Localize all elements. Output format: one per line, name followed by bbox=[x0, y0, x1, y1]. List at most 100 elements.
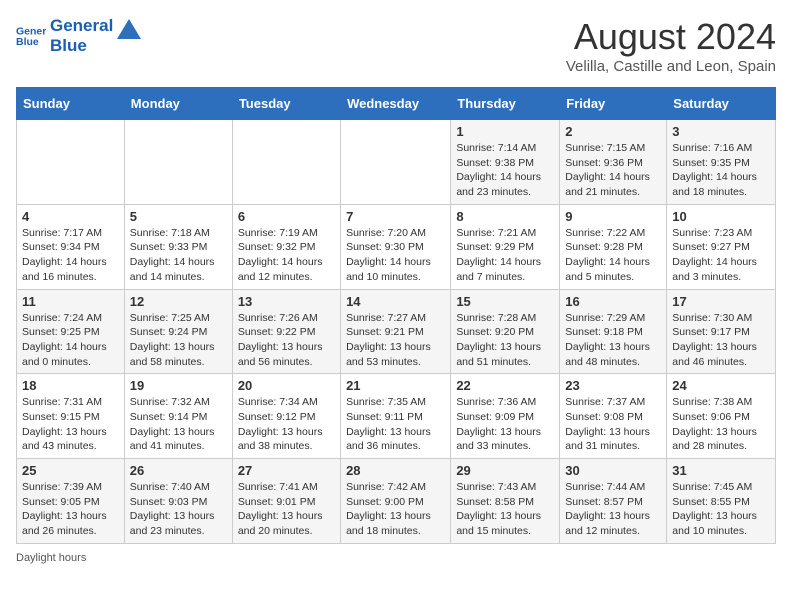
logo: General Blue General Blue bbox=[16, 16, 143, 55]
calendar-cell: 11Sunrise: 7:24 AM Sunset: 9:25 PM Dayli… bbox=[17, 289, 125, 374]
month-title: August 2024 bbox=[566, 16, 776, 58]
calendar-cell: 12 Sunrise: 7:25 AM Sunset: 9:24 PM Dayli… bbox=[124, 289, 232, 374]
day-header-sunday: Sunday bbox=[17, 88, 125, 120]
day-info: Sunrise: 7:21 AM Sunset: 9:29 PM Dayligh… bbox=[456, 226, 554, 285]
day-info: Sunrise: 7:37 AM Sunset: 9:08 PM Dayligh… bbox=[565, 395, 661, 454]
day-number: 9 bbox=[565, 209, 661, 224]
day-number: 26 bbox=[130, 463, 227, 478]
day-number: 23 bbox=[565, 378, 661, 393]
calendar-cell bbox=[17, 120, 125, 205]
day-number: 5 bbox=[130, 209, 227, 224]
day-info: Sunrise: 7:34 AM Sunset: 9:12 PM Dayligh… bbox=[238, 395, 335, 454]
calendar-cell: 25Sunrise: 7:39 AM Sunset: 9:05 PM Dayli… bbox=[17, 459, 125, 544]
location-subtitle: Velilla, Castille and Leon, Spain bbox=[566, 58, 776, 75]
day-info: Sunrise: 7:30 AM Sunset: 9:17 PM Dayligh… bbox=[672, 311, 770, 370]
logo-icon: General Blue bbox=[16, 21, 46, 51]
calendar-cell: 6 Sunrise: 7:19 AM Sunset: 9:32 PM Daylig… bbox=[232, 204, 340, 289]
calendar-cell: 28Sunrise: 7:42 AM Sunset: 9:00 PM Dayli… bbox=[341, 459, 451, 544]
day-number: 31 bbox=[672, 463, 770, 478]
calendar-cell: 2 Sunrise: 7:15 AM Sunset: 9:36 PM Daylig… bbox=[560, 120, 667, 205]
day-number: 29 bbox=[456, 463, 554, 478]
day-number: 17 bbox=[672, 294, 770, 309]
title-block: August 2024 Velilla, Castille and Leon, … bbox=[566, 16, 776, 75]
day-info: Sunrise: 7:16 AM Sunset: 9:35 PM Dayligh… bbox=[672, 141, 770, 200]
calendar-cell: 31 Sunrise: 7:45 AM Sunset: 8:55 PM Dayli… bbox=[667, 459, 776, 544]
day-number: 19 bbox=[130, 378, 227, 393]
week-row-4: 18 Sunrise: 7:31 AM Sunset: 9:15 PM Dayli… bbox=[17, 374, 776, 459]
day-info: Sunrise: 7:26 AM Sunset: 9:22 PM Dayligh… bbox=[238, 311, 335, 370]
calendar-cell bbox=[341, 120, 451, 205]
calendar-cell: 20 Sunrise: 7:34 AM Sunset: 9:12 PM Dayli… bbox=[232, 374, 340, 459]
calendar-cell bbox=[124, 120, 232, 205]
day-number: 20 bbox=[238, 378, 335, 393]
day-header-saturday: Saturday bbox=[667, 88, 776, 120]
day-number: 10 bbox=[672, 209, 770, 224]
page-header: General Blue General Blue August 2024 Ve… bbox=[16, 16, 776, 75]
calendar-cell: 30 Sunrise: 7:44 AM Sunset: 8:57 PM Dayli… bbox=[560, 459, 667, 544]
day-info: Sunrise: 7:25 AM Sunset: 9:24 PM Dayligh… bbox=[130, 311, 227, 370]
day-info: Sunrise: 7:18 AM Sunset: 9:33 PM Dayligh… bbox=[130, 226, 227, 285]
calendar-cell: 23 Sunrise: 7:37 AM Sunset: 9:08 PM Dayli… bbox=[560, 374, 667, 459]
day-number: 11 bbox=[22, 294, 119, 309]
day-info: Sunrise: 7:15 AM Sunset: 9:36 PM Dayligh… bbox=[565, 141, 661, 200]
day-info: Sunrise: 7:23 AM Sunset: 9:27 PM Dayligh… bbox=[672, 226, 770, 285]
day-number: 18 bbox=[22, 378, 119, 393]
calendar-cell: 3 Sunrise: 7:16 AM Sunset: 9:35 PM Daylig… bbox=[667, 120, 776, 205]
day-info: Sunrise: 7:31 AM Sunset: 9:15 PM Dayligh… bbox=[22, 395, 119, 454]
day-info: Sunrise: 7:20 AM Sunset: 9:30 PM Dayligh… bbox=[346, 226, 445, 285]
logo-triangle-icon bbox=[115, 17, 143, 45]
day-info: Sunrise: 7:43 AM Sunset: 8:58 PM Dayligh… bbox=[456, 480, 554, 539]
day-info: Sunrise: 7:40 AM Sunset: 9:03 PM Dayligh… bbox=[130, 480, 227, 539]
week-row-2: 4Sunrise: 7:17 AM Sunset: 9:34 PM Daylig… bbox=[17, 204, 776, 289]
day-info: Sunrise: 7:32 AM Sunset: 9:14 PM Dayligh… bbox=[130, 395, 227, 454]
day-number: 30 bbox=[565, 463, 661, 478]
calendar-cell: 16Sunrise: 7:29 AM Sunset: 9:18 PM Dayli… bbox=[560, 289, 667, 374]
day-info: Sunrise: 7:44 AM Sunset: 8:57 PM Dayligh… bbox=[565, 480, 661, 539]
day-info: Sunrise: 7:19 AM Sunset: 9:32 PM Dayligh… bbox=[238, 226, 335, 285]
calendar-cell bbox=[232, 120, 340, 205]
calendar-cell: 9 Sunrise: 7:22 AM Sunset: 9:28 PM Daylig… bbox=[560, 204, 667, 289]
calendar-cell: 22Sunrise: 7:36 AM Sunset: 9:09 PM Dayli… bbox=[451, 374, 560, 459]
day-number: 21 bbox=[346, 378, 445, 393]
week-row-3: 11Sunrise: 7:24 AM Sunset: 9:25 PM Dayli… bbox=[17, 289, 776, 374]
calendar-cell: 13 Sunrise: 7:26 AM Sunset: 9:22 PM Dayli… bbox=[232, 289, 340, 374]
day-number: 24 bbox=[672, 378, 770, 393]
day-header-wednesday: Wednesday bbox=[341, 88, 451, 120]
calendar-cell: 21Sunrise: 7:35 AM Sunset: 9:11 PM Dayli… bbox=[341, 374, 451, 459]
day-number: 27 bbox=[238, 463, 335, 478]
day-info: Sunrise: 7:14 AM Sunset: 9:38 PM Dayligh… bbox=[456, 141, 554, 200]
day-number: 6 bbox=[238, 209, 335, 224]
day-info: Sunrise: 7:42 AM Sunset: 9:00 PM Dayligh… bbox=[346, 480, 445, 539]
calendar-cell: 29 Sunrise: 7:43 AM Sunset: 8:58 PM Dayli… bbox=[451, 459, 560, 544]
day-number: 12 bbox=[130, 294, 227, 309]
svg-text:Blue: Blue bbox=[16, 36, 39, 48]
calendar-cell: 26 Sunrise: 7:40 AM Sunset: 9:03 PM Dayli… bbox=[124, 459, 232, 544]
day-number: 2 bbox=[565, 124, 661, 139]
day-info: Sunrise: 7:41 AM Sunset: 9:01 PM Dayligh… bbox=[238, 480, 335, 539]
calendar-cell: 17 Sunrise: 7:30 AM Sunset: 9:17 PM Dayli… bbox=[667, 289, 776, 374]
day-number: 1 bbox=[456, 124, 554, 139]
calendar-table: SundayMondayTuesdayWednesdayThursdayFrid… bbox=[16, 87, 776, 544]
footer-text: Daylight hours bbox=[16, 552, 86, 564]
logo-line2: Blue bbox=[50, 36, 113, 56]
day-number: 3 bbox=[672, 124, 770, 139]
day-number: 13 bbox=[238, 294, 335, 309]
week-row-5: 25Sunrise: 7:39 AM Sunset: 9:05 PM Dayli… bbox=[17, 459, 776, 544]
week-row-1: 1 Sunrise: 7:14 AM Sunset: 9:38 PM Daylig… bbox=[17, 120, 776, 205]
calendar-cell: 10 Sunrise: 7:23 AM Sunset: 9:27 PM Dayli… bbox=[667, 204, 776, 289]
day-info: Sunrise: 7:27 AM Sunset: 9:21 PM Dayligh… bbox=[346, 311, 445, 370]
calendar-cell: 27 Sunrise: 7:41 AM Sunset: 9:01 PM Dayli… bbox=[232, 459, 340, 544]
day-info: Sunrise: 7:45 AM Sunset: 8:55 PM Dayligh… bbox=[672, 480, 770, 539]
calendar-cell: 4Sunrise: 7:17 AM Sunset: 9:34 PM Daylig… bbox=[17, 204, 125, 289]
day-number: 4 bbox=[22, 209, 119, 224]
calendar-cell: 14Sunrise: 7:27 AM Sunset: 9:21 PM Dayli… bbox=[341, 289, 451, 374]
calendar-cell: 7 Sunrise: 7:20 AM Sunset: 9:30 PM Daylig… bbox=[341, 204, 451, 289]
day-number: 7 bbox=[346, 209, 445, 224]
day-header-tuesday: Tuesday bbox=[232, 88, 340, 120]
calendar-cell: 19 Sunrise: 7:32 AM Sunset: 9:14 PM Dayli… bbox=[124, 374, 232, 459]
day-info: Sunrise: 7:22 AM Sunset: 9:28 PM Dayligh… bbox=[565, 226, 661, 285]
day-number: 8 bbox=[456, 209, 554, 224]
calendar-cell: 24Sunrise: 7:38 AM Sunset: 9:06 PM Dayli… bbox=[667, 374, 776, 459]
calendar-cell: 5 Sunrise: 7:18 AM Sunset: 9:33 PM Daylig… bbox=[124, 204, 232, 289]
day-number: 16 bbox=[565, 294, 661, 309]
